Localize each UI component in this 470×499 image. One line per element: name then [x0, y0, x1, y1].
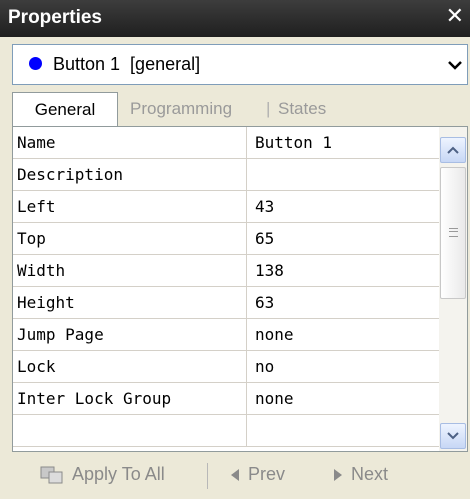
next-label: Next: [351, 464, 389, 484]
property-grid: Name Button 1 Description Left 43 Top 65…: [12, 126, 468, 452]
property-value[interactable]: [247, 159, 439, 190]
title-bar: Properties ✕: [0, 0, 470, 37]
property-row-width[interactable]: Width 138: [13, 255, 439, 287]
apply-all-icon: [40, 466, 64, 484]
property-row-empty[interactable]: [13, 415, 439, 447]
prev-label: Prev: [248, 464, 286, 484]
property-value[interactable]: no: [247, 351, 439, 382]
property-name: Description: [13, 159, 247, 190]
property-row-inter-lock-group[interactable]: Inter Lock Group none: [13, 383, 439, 415]
grip-icon: [449, 228, 458, 237]
property-row-lock[interactable]: Lock no: [13, 351, 439, 383]
property-rows: Name Button 1 Description Left 43 Top 65…: [13, 127, 439, 451]
property-value[interactable]: none: [247, 319, 439, 350]
property-value[interactable]: 65: [247, 223, 439, 254]
tab-programming[interactable]: Programming: [130, 92, 232, 126]
triangle-right-icon: [333, 468, 343, 482]
property-value[interactable]: [247, 415, 439, 446]
property-name: Top: [13, 223, 247, 254]
tab-separator: |: [266, 99, 271, 118]
arrow-up-icon[interactable]: [440, 137, 466, 163]
tab-bar: General Programming | States: [12, 92, 468, 126]
tab-states[interactable]: States: [278, 92, 326, 126]
next-button[interactable]: Next: [333, 464, 388, 485]
property-value[interactable]: Button 1: [247, 127, 439, 158]
property-name: Inter Lock Group: [13, 383, 247, 414]
property-row-height[interactable]: Height 63: [13, 287, 439, 319]
apply-to-all-button[interactable]: Apply To All: [40, 464, 165, 485]
object-selector-value: Button 1 [general]: [53, 54, 201, 74]
object-dot-icon: [29, 57, 42, 70]
property-value[interactable]: 63: [247, 287, 439, 318]
footer-toolbar: Apply To All Prev Next: [0, 452, 470, 499]
object-selector-dropdown[interactable]: Button 1 [general]: [12, 44, 468, 85]
property-row-jump-page[interactable]: Jump Page none: [13, 319, 439, 351]
chevron-down-icon[interactable]: [443, 45, 467, 84]
property-name: Lock: [13, 351, 247, 382]
vertical-scrollbar[interactable]: [439, 127, 467, 451]
property-value[interactable]: 138: [247, 255, 439, 286]
property-name: Height: [13, 287, 247, 318]
property-row-top[interactable]: Top 65: [13, 223, 439, 255]
window-title: Properties: [8, 7, 102, 28]
footer-divider: [207, 463, 208, 489]
property-name: Width: [13, 255, 247, 286]
close-icon[interactable]: ✕: [446, 4, 464, 29]
property-name: [13, 415, 247, 446]
arrow-down-icon[interactable]: [440, 423, 466, 449]
property-name: Left: [13, 191, 247, 222]
prev-button[interactable]: Prev: [230, 464, 285, 485]
property-row-left[interactable]: Left 43: [13, 191, 439, 223]
property-name: Name: [13, 127, 247, 158]
property-value[interactable]: 43: [247, 191, 439, 222]
property-name: Jump Page: [13, 319, 247, 350]
property-value[interactable]: none: [247, 383, 439, 414]
tab-general[interactable]: General: [12, 92, 118, 126]
property-row-description[interactable]: Description: [13, 159, 439, 191]
apply-to-all-label: Apply To All: [72, 464, 165, 484]
scrollbar-thumb[interactable]: [440, 167, 466, 299]
triangle-left-icon: [230, 468, 240, 482]
property-row-name[interactable]: Name Button 1: [13, 127, 439, 159]
